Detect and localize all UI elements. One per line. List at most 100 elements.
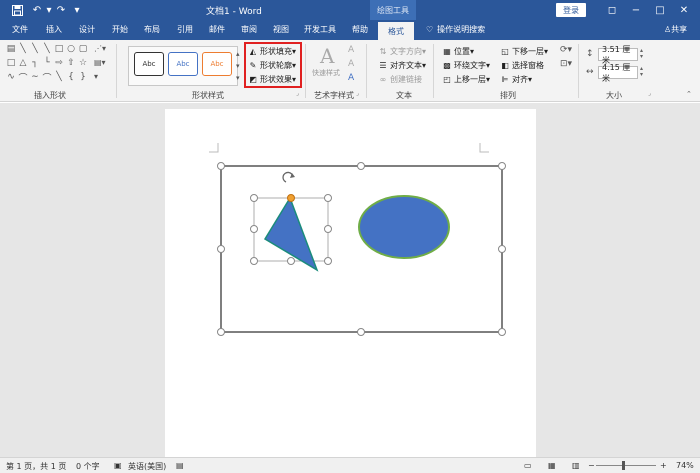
tab-mailings[interactable]: 邮件 — [209, 24, 225, 35]
dialog-launcher-icon[interactable]: ⌟ — [296, 90, 299, 97]
rotate-objects-icon[interactable]: ⟳▾ — [560, 45, 572, 55]
web-layout-icon[interactable]: ▥ — [572, 461, 580, 470]
more-shapes-icon[interactable]: ▾ — [94, 72, 98, 81]
bring-forward-button[interactable]: ◰ 上移一层 ▾ — [442, 73, 490, 85]
adjust-handle[interactable] — [287, 194, 295, 202]
ellipse-shape[interactable] — [358, 195, 450, 259]
rectangle-shape-icon[interactable]: □ — [6, 58, 16, 68]
shape-style-sample[interactable]: Abc — [202, 52, 232, 76]
triangle-shape-icon[interactable]: △ — [18, 58, 28, 68]
ribbon-tabs: 文件 插入 设计 开始 布局 引用 邮件 审阅 视图 开发工具 帮助 格式 ♡ 操… — [0, 20, 700, 40]
width-spinner[interactable]: ▴ ▾ — [640, 66, 643, 78]
tell-me-search[interactable]: ♡ 操作说明搜索 — [426, 24, 485, 35]
star-shape-icon[interactable]: ☆ — [78, 58, 88, 68]
shape-fill-button[interactable]: ◭ 形状填充 ▾ — [248, 45, 296, 57]
read-mode-icon[interactable]: ▭ — [524, 461, 532, 470]
line-shape-icon[interactable]: ╲ — [18, 44, 28, 54]
page-count[interactable]: 第 1 页，共 1 页 — [6, 461, 66, 472]
brace-shape-icon[interactable]: } — [78, 72, 88, 82]
collapse-ribbon-icon[interactable]: ⌃ — [686, 90, 692, 98]
shape-gallery[interactable]: ▤ ╲ ╲ ╲ □ ○ ▢ □ △ ┐ └ ⇨ ⇧ ☆ ∿ ⌒ ∼ ⌒ ╲ { … — [6, 44, 90, 86]
wordart-icon[interactable]: A — [320, 44, 334, 68]
print-layout-icon[interactable]: ▦ — [548, 461, 556, 470]
login-button[interactable]: 登录 — [556, 3, 586, 17]
tab-home[interactable]: 开始 — [112, 24, 128, 35]
group-separator — [433, 44, 434, 98]
tab-file[interactable]: 文件 — [12, 24, 28, 35]
connector-shape-icon[interactable]: └ — [42, 58, 52, 68]
close-button[interactable]: ✕ — [672, 0, 696, 20]
rotate-handle-icon[interactable] — [282, 171, 295, 183]
line-shape-icon[interactable]: ╲ — [30, 44, 40, 54]
height-spinner[interactable]: ▴ ▾ — [640, 48, 643, 60]
connector-shape-icon[interactable]: ┐ — [30, 58, 40, 68]
redo-icon[interactable]: ↷ — [54, 3, 68, 17]
shape-effects-button[interactable]: ◩ 形状效果 ▾ — [248, 73, 296, 85]
tab-review[interactable]: 审阅 — [241, 24, 257, 35]
text-outline-icon[interactable]: A — [348, 59, 354, 69]
curve-shape-icon[interactable]: ∿ — [6, 72, 16, 82]
create-link-label: 创建链接 — [390, 74, 422, 84]
text-direction-button[interactable]: ⇅ 文字方向 ▾ — [378, 45, 426, 57]
language-indicator[interactable]: 英语(美国) — [128, 461, 166, 472]
textbox-icon[interactable]: ▤▾ — [94, 58, 106, 67]
group-label-text: 文本 — [396, 91, 412, 100]
zoom-level[interactable]: 74% — [676, 461, 694, 470]
quick-styles-button[interactable]: 快速样式 — [312, 68, 340, 78]
tab-developer[interactable]: 开发工具 — [304, 24, 336, 35]
tab-references[interactable]: 引用 — [177, 24, 193, 35]
proofing-icon[interactable]: ▣ — [114, 461, 122, 470]
curve-shape-icon[interactable]: ∼ — [30, 72, 40, 82]
brace-shape-icon[interactable]: { — [66, 72, 76, 82]
dialog-launcher-icon[interactable]: ⌟ — [648, 90, 651, 97]
send-backward-button[interactable]: ◱ 下移一层 ▾ — [500, 45, 548, 57]
selection-pane-button[interactable]: ◧ 选择窗格 — [500, 59, 544, 71]
create-link-button[interactable]: ∞ 创建链接 — [378, 73, 422, 85]
freeform-shape-icon[interactable]: ⌒ — [42, 72, 52, 84]
maximize-button[interactable]: □ — [648, 0, 672, 20]
tab-layout[interactable]: 布局 — [144, 24, 160, 35]
text-effects-icon[interactable]: A — [348, 73, 354, 83]
customize-qat-icon[interactable]: ▾ — [70, 3, 84, 17]
tab-view[interactable]: 视图 — [273, 24, 289, 35]
oval-shape-icon[interactable]: ○ — [66, 44, 76, 54]
position-button[interactable]: ▦ 位置 ▾ — [442, 45, 474, 57]
line-shape-icon[interactable]: ╲ — [54, 72, 64, 82]
canvas-handles[interactable] — [217, 162, 506, 336]
arrow-shape-icon[interactable]: ⇨ — [54, 58, 64, 68]
line-shape-icon[interactable]: ╲ — [42, 44, 52, 54]
minimize-button[interactable]: − — [624, 0, 648, 20]
arrow-shape-icon[interactable]: ⇧ — [66, 58, 76, 68]
word-count[interactable]: 0 个字 — [76, 461, 100, 472]
width-input[interactable]: 4.15 厘米 — [598, 63, 638, 83]
save-icon[interactable] — [10, 3, 24, 17]
ribbon-display-button[interactable]: ◻ — [600, 0, 624, 20]
gallery-scroll-icon[interactable]: ▴ ▾ ▾ — [236, 48, 240, 84]
rounded-rect-shape-icon[interactable]: ▢ — [78, 44, 88, 54]
tab-format[interactable]: 格式 — [378, 22, 414, 40]
tab-design[interactable]: 设计 — [79, 24, 95, 35]
shape-style-sample[interactable]: Abc — [134, 52, 164, 76]
zoom-in-icon[interactable]: + — [660, 461, 667, 470]
shape-outline-button[interactable]: ✎ 形状轮廓 ▾ — [248, 59, 296, 71]
wrap-text-button[interactable]: ▩ 环绕文字 ▾ — [442, 59, 490, 71]
tab-help[interactable]: 帮助 — [352, 24, 368, 35]
align-text-button[interactable]: ☰ 对齐文本 ▾ — [378, 59, 426, 71]
zoom-out-icon[interactable]: − — [588, 461, 595, 470]
curve-shape-icon[interactable]: ⌒ — [18, 72, 28, 84]
dialog-launcher-icon[interactable]: ⌟ — [356, 90, 359, 97]
share-button[interactable]: ♙共享 — [664, 24, 687, 35]
edit-shape-icon[interactable]: ⋰▾ — [94, 44, 106, 53]
textbox-shape-icon[interactable]: ▤ — [6, 44, 16, 54]
height-input[interactable]: 3.51 厘米 — [598, 45, 638, 65]
shape-style-sample[interactable]: Abc — [168, 52, 198, 76]
macro-record-icon[interactable]: ▤ — [176, 461, 184, 470]
align-button[interactable]: ⊫ 对齐 ▾ — [500, 73, 533, 85]
drawing-canvas[interactable] — [220, 165, 503, 333]
group-objects-icon[interactable]: ⊡▾ — [560, 59, 572, 69]
zoom-slider[interactable] — [596, 465, 656, 466]
zoom-slider-thumb[interactable] — [622, 461, 625, 470]
tab-insert[interactable]: 插入 — [46, 24, 62, 35]
rectangle-shape-icon[interactable]: □ — [54, 44, 64, 54]
text-fill-icon[interactable]: A — [348, 45, 354, 55]
